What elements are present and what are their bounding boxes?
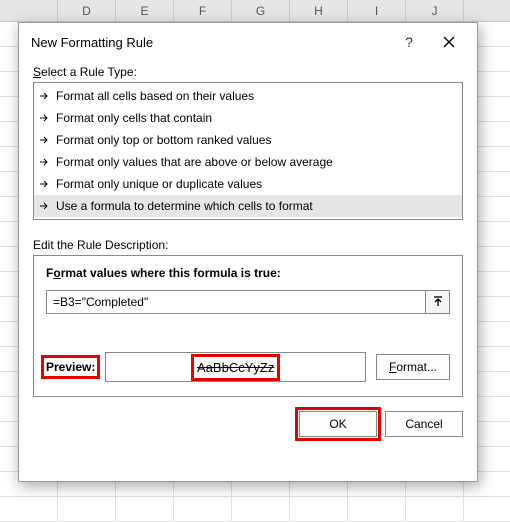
cancel-button[interactable]: Cancel bbox=[385, 411, 463, 437]
cell[interactable] bbox=[290, 497, 348, 522]
ok-button[interactable]: OK bbox=[299, 411, 377, 437]
cell[interactable] bbox=[232, 497, 290, 522]
range-selector-button[interactable] bbox=[426, 290, 450, 314]
edit-description-label: Edit the Rule Description: bbox=[33, 238, 463, 252]
rule-type-list[interactable]: Format all cells based on their values Fo… bbox=[33, 82, 463, 220]
bullet-icon bbox=[40, 180, 50, 188]
cell[interactable] bbox=[58, 497, 116, 522]
rule-type-label: Format all cells based on their values bbox=[56, 88, 254, 104]
select-rule-type-label: Select a Rule Type: bbox=[33, 65, 463, 79]
rule-description-group: Format values where this formula is true… bbox=[33, 255, 463, 397]
column-header[interactable] bbox=[464, 0, 510, 22]
rule-type-item[interactable]: Use a formula to determine which cells t… bbox=[34, 195, 462, 217]
formula-label: Format values where this formula is true… bbox=[46, 266, 450, 280]
close-button[interactable] bbox=[429, 29, 469, 55]
new-formatting-rule-dialog: New Formatting Rule ? Select a Rule Type… bbox=[18, 22, 478, 482]
column-header[interactable]: D bbox=[58, 0, 116, 22]
bullet-icon bbox=[40, 202, 50, 210]
close-icon bbox=[443, 36, 455, 48]
preview-row: Preview: AaBbCcYyZz Format... bbox=[46, 352, 450, 382]
rule-type-item[interactable]: Format only unique or duplicate values bbox=[34, 173, 462, 195]
dialog-titlebar: New Formatting Rule ? bbox=[29, 29, 469, 55]
rule-type-label: Use a formula to determine which cells t… bbox=[56, 198, 313, 214]
preview-sample-text: AaBbCcYyZz bbox=[197, 360, 274, 375]
cell[interactable] bbox=[0, 497, 58, 522]
format-button[interactable]: Format... bbox=[376, 354, 450, 380]
rule-type-item[interactable]: Format only top or bottom ranked values bbox=[34, 129, 462, 151]
formula-input[interactable] bbox=[46, 290, 426, 314]
preview-box: AaBbCcYyZz bbox=[105, 352, 366, 382]
column-header[interactable]: J bbox=[406, 0, 464, 22]
rule-type-item[interactable]: Format only values that are above or bel… bbox=[34, 151, 462, 173]
cell[interactable] bbox=[348, 497, 406, 522]
rule-type-label: Format only unique or duplicate values bbox=[56, 176, 262, 192]
column-header[interactable] bbox=[0, 0, 58, 22]
dialog-button-row: OK Cancel bbox=[33, 411, 463, 437]
cell[interactable] bbox=[464, 497, 510, 522]
rule-type-item[interactable]: Format all cells based on their values bbox=[34, 85, 462, 107]
cell[interactable] bbox=[116, 497, 174, 522]
rule-type-label: Format only values that are above or bel… bbox=[56, 154, 333, 170]
help-button[interactable]: ? bbox=[389, 29, 429, 55]
cell[interactable] bbox=[406, 497, 464, 522]
bullet-icon bbox=[40, 92, 50, 100]
rule-type-item[interactable]: Format only cells that contain bbox=[34, 107, 462, 129]
bullet-icon bbox=[40, 158, 50, 166]
bullet-icon bbox=[40, 114, 50, 122]
collapse-dialog-icon bbox=[432, 296, 444, 308]
rule-type-label: Format only cells that contain bbox=[56, 110, 212, 126]
formula-row bbox=[46, 290, 450, 314]
column-header[interactable]: I bbox=[348, 0, 406, 22]
dialog-title: New Formatting Rule bbox=[29, 35, 389, 50]
cell[interactable] bbox=[174, 497, 232, 522]
column-header[interactable]: E bbox=[116, 0, 174, 22]
column-header[interactable]: G bbox=[232, 0, 290, 22]
bullet-icon bbox=[40, 136, 50, 144]
column-header[interactable]: F bbox=[174, 0, 232, 22]
preview-label: Preview: bbox=[46, 360, 95, 374]
rule-type-label: Format only top or bottom ranked values bbox=[56, 132, 271, 148]
column-header[interactable]: H bbox=[290, 0, 348, 22]
